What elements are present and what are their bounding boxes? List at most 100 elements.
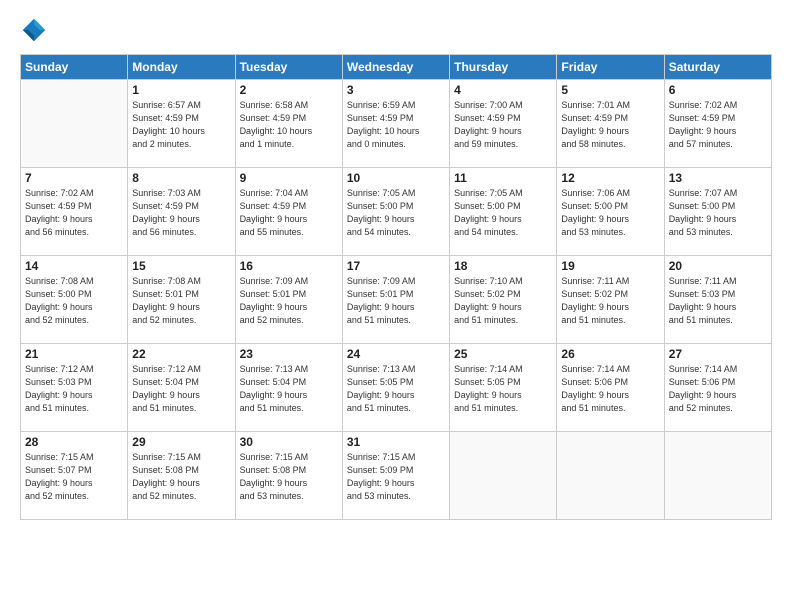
day-info: Sunrise: 7:15 AM Sunset: 5:08 PM Dayligh… (132, 451, 230, 503)
day-cell (21, 80, 128, 168)
day-cell: 6Sunrise: 7:02 AM Sunset: 4:59 PM Daylig… (664, 80, 771, 168)
day-info: Sunrise: 7:15 AM Sunset: 5:09 PM Dayligh… (347, 451, 445, 503)
day-info: Sunrise: 6:58 AM Sunset: 4:59 PM Dayligh… (240, 99, 338, 151)
week-row-4: 28 Sunrise: 7:15 AM Sunset: 5:07 PM Dayli… (21, 432, 772, 520)
logo (20, 16, 52, 44)
day-info: Sunrise: 7:08 AM Sunset: 5:01 PM Dayligh… (132, 275, 230, 327)
day-number: 23 (240, 347, 338, 361)
weekday-sunday: Sunday (21, 55, 128, 80)
day-info: Sunrise: 7:15 AM Sunset: 5:08 PM Dayligh… (240, 451, 338, 503)
day-cell: 22 Sunrise: 7:12 AM Sunset: 5:04 PM Dayli… (128, 344, 235, 432)
day-info: Sunrise: 7:01 AM Sunset: 4:59 PM Dayligh… (561, 99, 659, 151)
day-number: 9 (240, 171, 338, 185)
day-info: Sunrise: 7:00 AM Sunset: 4:59 PM Dayligh… (454, 99, 552, 151)
day-info: Sunrise: 7:10 AM Sunset: 5:02 PM Dayligh… (454, 275, 552, 327)
day-info: Sunrise: 6:59 AM Sunset: 4:59 PM Dayligh… (347, 99, 445, 151)
weekday-friday: Friday (557, 55, 664, 80)
day-number: 20 (669, 259, 767, 273)
day-cell: 2 Sunrise: 6:58 AM Sunset: 4:59 PM Daylig… (235, 80, 342, 168)
day-cell: 15 Sunrise: 7:08 AM Sunset: 5:01 PM Dayli… (128, 256, 235, 344)
day-cell: 31 Sunrise: 7:15 AM Sunset: 5:09 PM Dayli… (342, 432, 449, 520)
weekday-tuesday: Tuesday (235, 55, 342, 80)
day-info: Sunrise: 7:11 AM Sunset: 5:03 PM Dayligh… (669, 275, 767, 327)
day-number: 15 (132, 259, 230, 273)
day-number: 21 (25, 347, 123, 361)
day-number: 14 (25, 259, 123, 273)
day-number: 12 (561, 171, 659, 185)
day-number: 27 (669, 347, 767, 361)
day-number: 4 (454, 83, 552, 97)
day-info: Sunrise: 7:14 AM Sunset: 5:05 PM Dayligh… (454, 363, 552, 415)
day-info: Sunrise: 7:03 AM Sunset: 4:59 PM Dayligh… (132, 187, 230, 239)
day-cell: 14Sunrise: 7:08 AM Sunset: 5:00 PM Dayli… (21, 256, 128, 344)
day-cell: 4 Sunrise: 7:00 AM Sunset: 4:59 PM Daylig… (450, 80, 557, 168)
day-info: Sunrise: 7:14 AM Sunset: 5:06 PM Dayligh… (561, 363, 659, 415)
day-info: Sunrise: 6:57 AM Sunset: 4:59 PM Dayligh… (132, 99, 230, 151)
day-info: Sunrise: 7:05 AM Sunset: 5:00 PM Dayligh… (454, 187, 552, 239)
day-cell: 18 Sunrise: 7:10 AM Sunset: 5:02 PM Dayli… (450, 256, 557, 344)
day-cell: 21 Sunrise: 7:12 AM Sunset: 5:03 PM Dayli… (21, 344, 128, 432)
week-row-3: 21 Sunrise: 7:12 AM Sunset: 5:03 PM Dayli… (21, 344, 772, 432)
day-cell: 13 Sunrise: 7:07 AM Sunset: 5:00 PM Dayli… (664, 168, 771, 256)
day-number: 8 (132, 171, 230, 185)
day-cell (557, 432, 664, 520)
day-cell: 27 Sunrise: 7:14 AM Sunset: 5:06 PM Dayli… (664, 344, 771, 432)
day-number: 13 (669, 171, 767, 185)
day-number: 25 (454, 347, 552, 361)
day-number: 17 (347, 259, 445, 273)
day-info: Sunrise: 7:13 AM Sunset: 5:05 PM Dayligh… (347, 363, 445, 415)
day-cell: 20 Sunrise: 7:11 AM Sunset: 5:03 PM Dayli… (664, 256, 771, 344)
day-number: 28 (25, 435, 123, 449)
day-info: Sunrise: 7:11 AM Sunset: 5:02 PM Dayligh… (561, 275, 659, 327)
day-cell (664, 432, 771, 520)
day-cell: 5Sunrise: 7:01 AM Sunset: 4:59 PM Daylig… (557, 80, 664, 168)
day-cell: 28 Sunrise: 7:15 AM Sunset: 5:07 PM Dayli… (21, 432, 128, 520)
day-cell: 7Sunrise: 7:02 AM Sunset: 4:59 PM Daylig… (21, 168, 128, 256)
day-number: 3 (347, 83, 445, 97)
day-info: Sunrise: 7:13 AM Sunset: 5:04 PM Dayligh… (240, 363, 338, 415)
day-cell: 12 Sunrise: 7:06 AM Sunset: 5:00 PM Dayli… (557, 168, 664, 256)
day-number: 19 (561, 259, 659, 273)
day-cell: 23 Sunrise: 7:13 AM Sunset: 5:04 PM Dayli… (235, 344, 342, 432)
day-cell: 17 Sunrise: 7:09 AM Sunset: 5:01 PM Dayli… (342, 256, 449, 344)
day-cell: 25 Sunrise: 7:14 AM Sunset: 5:05 PM Dayli… (450, 344, 557, 432)
day-info: Sunrise: 7:04 AM Sunset: 4:59 PM Dayligh… (240, 187, 338, 239)
day-info: Sunrise: 7:02 AM Sunset: 4:59 PM Dayligh… (669, 99, 767, 151)
day-number: 18 (454, 259, 552, 273)
day-cell: 10Sunrise: 7:05 AM Sunset: 5:00 PM Dayli… (342, 168, 449, 256)
day-cell: 26Sunrise: 7:14 AM Sunset: 5:06 PM Dayli… (557, 344, 664, 432)
day-number: 2 (240, 83, 338, 97)
day-info: Sunrise: 7:14 AM Sunset: 5:06 PM Dayligh… (669, 363, 767, 415)
day-cell: 1 Sunrise: 6:57 AM Sunset: 4:59 PM Daylig… (128, 80, 235, 168)
day-number: 31 (347, 435, 445, 449)
day-info: Sunrise: 7:02 AM Sunset: 4:59 PM Dayligh… (25, 187, 123, 239)
day-number: 22 (132, 347, 230, 361)
day-number: 16 (240, 259, 338, 273)
day-cell: 24Sunrise: 7:13 AM Sunset: 5:05 PM Dayli… (342, 344, 449, 432)
day-cell: 3 Sunrise: 6:59 AM Sunset: 4:59 PM Daylig… (342, 80, 449, 168)
day-info: Sunrise: 7:07 AM Sunset: 5:00 PM Dayligh… (669, 187, 767, 239)
day-info: Sunrise: 7:05 AM Sunset: 5:00 PM Dayligh… (347, 187, 445, 239)
weekday-header-row: SundayMondayTuesdayWednesdayThursdayFrid… (21, 55, 772, 80)
day-number: 1 (132, 83, 230, 97)
day-cell: 8 Sunrise: 7:03 AM Sunset: 4:59 PM Daylig… (128, 168, 235, 256)
weekday-wednesday: Wednesday (342, 55, 449, 80)
day-info: Sunrise: 7:12 AM Sunset: 5:04 PM Dayligh… (132, 363, 230, 415)
day-info: Sunrise: 7:09 AM Sunset: 5:01 PM Dayligh… (347, 275, 445, 327)
day-cell: 11Sunrise: 7:05 AM Sunset: 5:00 PM Dayli… (450, 168, 557, 256)
day-info: Sunrise: 7:12 AM Sunset: 5:03 PM Dayligh… (25, 363, 123, 415)
day-info: Sunrise: 7:09 AM Sunset: 5:01 PM Dayligh… (240, 275, 338, 327)
weekday-saturday: Saturday (664, 55, 771, 80)
day-cell (450, 432, 557, 520)
day-cell: 16 Sunrise: 7:09 AM Sunset: 5:01 PM Dayli… (235, 256, 342, 344)
logo-icon (20, 16, 48, 44)
day-info: Sunrise: 7:06 AM Sunset: 5:00 PM Dayligh… (561, 187, 659, 239)
day-number: 30 (240, 435, 338, 449)
day-info: Sunrise: 7:15 AM Sunset: 5:07 PM Dayligh… (25, 451, 123, 503)
day-cell: 19 Sunrise: 7:11 AM Sunset: 5:02 PM Dayli… (557, 256, 664, 344)
weekday-thursday: Thursday (450, 55, 557, 80)
day-number: 29 (132, 435, 230, 449)
week-row-2: 14Sunrise: 7:08 AM Sunset: 5:00 PM Dayli… (21, 256, 772, 344)
week-row-0: 1 Sunrise: 6:57 AM Sunset: 4:59 PM Daylig… (21, 80, 772, 168)
day-cell: 9 Sunrise: 7:04 AM Sunset: 4:59 PM Daylig… (235, 168, 342, 256)
